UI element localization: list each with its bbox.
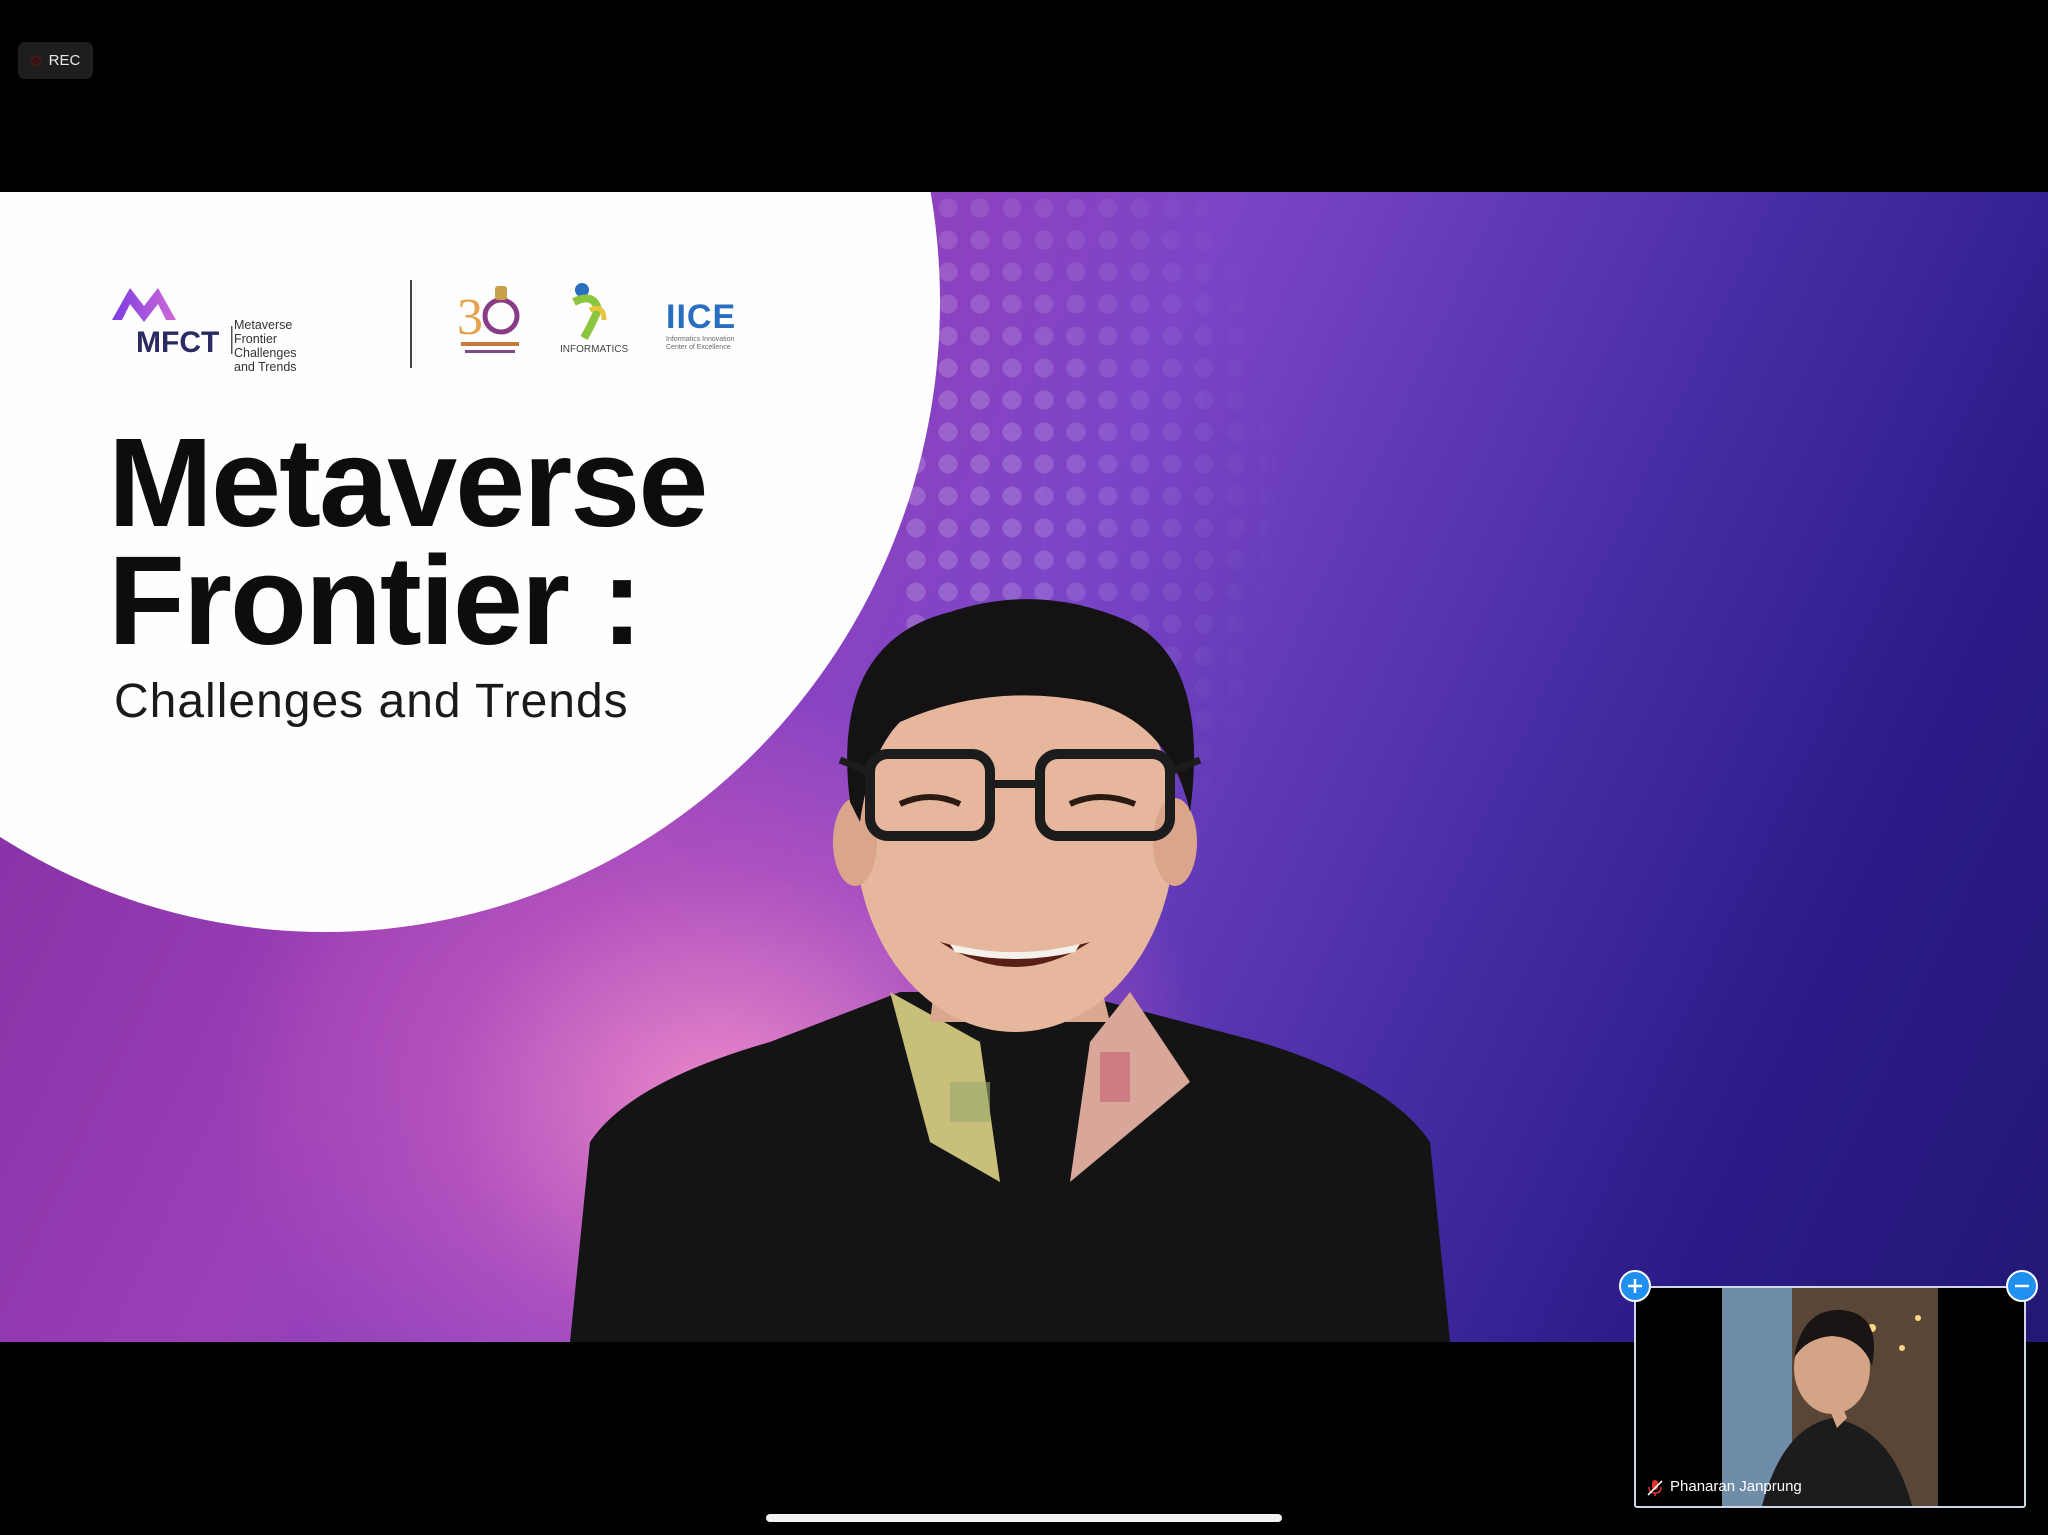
home-indicator[interactable]	[766, 1514, 1282, 1522]
recording-label: REC	[48, 52, 81, 69]
informatics-logo: INFORMATICS	[560, 283, 628, 355]
mfct-tagline: Metaverse Frontier Challenges and Trends	[234, 318, 297, 374]
iice-logo-subtitle: Informatics Innovation Center of Excelle…	[666, 336, 766, 352]
plus-icon	[1628, 1279, 1642, 1293]
self-view-tile[interactable]: Phanaran Janprung	[1634, 1286, 2026, 1508]
expand-view-button[interactable]	[1619, 1270, 1651, 1302]
participant-name: Phanaran Janprung	[1670, 1478, 1802, 1495]
anniversary-30-logo: 3	[457, 286, 520, 353]
mfct-tagline-line2: Challenges and Trends	[234, 346, 297, 374]
logo-divider	[410, 280, 412, 368]
svg-text:3: 3	[457, 289, 483, 346]
mfct-tagline-line1: Metaverse Frontier	[234, 318, 293, 346]
record-dot-icon	[30, 55, 41, 66]
informatics-logo-text: INFORMATICS	[560, 344, 628, 355]
main-video-feed[interactable]: MFCT Metaverse Frontier Challenges and T…	[0, 192, 2048, 1342]
speaker-video	[570, 599, 1450, 1342]
mic-muted-icon	[1647, 1480, 1663, 1496]
mfct-logo-text: MFCT	[136, 326, 219, 359]
self-view-video	[1722, 1288, 1938, 1506]
slide-title-line2: Frontier :	[108, 530, 643, 671]
slide-subtitle: Challenges and Trends	[114, 675, 629, 728]
minus-icon	[2015, 1284, 2029, 1288]
minimize-view-button[interactable]	[2006, 1270, 2038, 1302]
iice-subtitle-line1: Informatics Innovation	[666, 336, 735, 343]
iice-subtitle-line2: Center of Excellence	[666, 344, 731, 351]
recording-indicator: REC	[18, 42, 93, 79]
iice-logo-text: IICE	[666, 298, 737, 336]
iice-logo: IICE Informatics Innovation Center of Ex…	[666, 298, 766, 351]
